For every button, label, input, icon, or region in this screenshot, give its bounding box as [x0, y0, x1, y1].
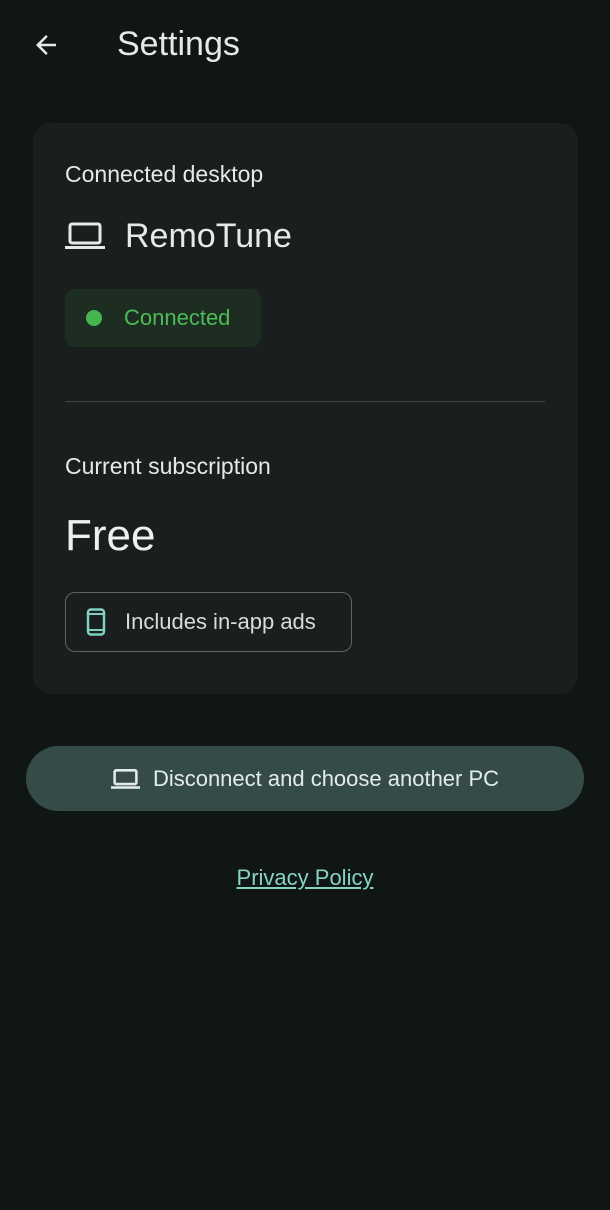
- settings-card: Connected desktop RemoTune Connected Cur…: [33, 123, 578, 694]
- status-text: Connected: [124, 305, 231, 330]
- page-title: Settings: [117, 25, 240, 63]
- device-row: RemoTune: [65, 213, 292, 259]
- status-dot-icon: [86, 310, 102, 326]
- laptop-icon: [110, 768, 140, 790]
- privacy-policy-link[interactable]: Privacy Policy: [0, 865, 610, 891]
- back-button[interactable]: [20, 20, 72, 70]
- status-badge: Connected: [65, 289, 261, 347]
- disconnect-button-label: Disconnect and choose another PC: [152, 765, 500, 791]
- plan-name: Free: [65, 511, 156, 560]
- disconnect-button[interactable]: Disconnect and choose another PC: [26, 746, 584, 811]
- device-name: RemoTune: [125, 217, 292, 255]
- laptop-icon: [65, 221, 105, 251]
- ads-info-chip: Includes in-app ads: [65, 592, 352, 652]
- divider: [65, 401, 545, 402]
- phone-icon: [86, 608, 106, 636]
- arrow-left-icon: [36, 35, 56, 55]
- ads-info-text: Includes in-app ads: [125, 609, 316, 634]
- connected-desktop-label: Connected desktop: [65, 161, 264, 187]
- current-subscription-label: Current subscription: [65, 453, 271, 479]
- top-app-bar: Settings: [0, 0, 610, 90]
